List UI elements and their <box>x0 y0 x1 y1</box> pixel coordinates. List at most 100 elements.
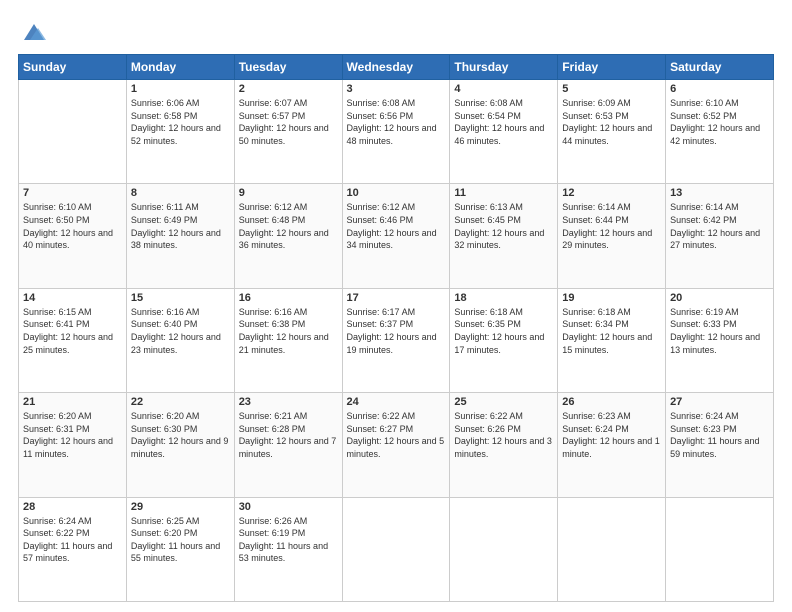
calendar-week-5: 28 Sunrise: 6:24 AM Sunset: 6:22 PM Dayl… <box>19 497 774 601</box>
day-number: 3 <box>347 83 446 95</box>
day-number: 10 <box>347 187 446 199</box>
calendar-cell: 7 Sunrise: 6:10 AM Sunset: 6:50 PM Dayli… <box>19 184 127 288</box>
calendar-cell: 10 Sunrise: 6:12 AM Sunset: 6:46 PM Dayl… <box>342 184 450 288</box>
day-info: Sunrise: 6:16 AM Sunset: 6:40 PM Dayligh… <box>131 306 230 356</box>
day-info: Sunrise: 6:24 AM Sunset: 6:22 PM Dayligh… <box>23 515 122 565</box>
calendar-week-1: 1 Sunrise: 6:06 AM Sunset: 6:58 PM Dayli… <box>19 80 774 184</box>
calendar-week-2: 7 Sunrise: 6:10 AM Sunset: 6:50 PM Dayli… <box>19 184 774 288</box>
day-number: 26 <box>562 396 661 408</box>
calendar-cell: 17 Sunrise: 6:17 AM Sunset: 6:37 PM Dayl… <box>342 288 450 392</box>
day-info: Sunrise: 6:20 AM Sunset: 6:30 PM Dayligh… <box>131 410 230 460</box>
day-number: 14 <box>23 292 122 304</box>
day-number: 4 <box>454 83 553 95</box>
day-number: 18 <box>454 292 553 304</box>
calendar-cell: 30 Sunrise: 6:26 AM Sunset: 6:19 PM Dayl… <box>234 497 342 601</box>
day-info: Sunrise: 6:13 AM Sunset: 6:45 PM Dayligh… <box>454 201 553 251</box>
day-info: Sunrise: 6:22 AM Sunset: 6:26 PM Dayligh… <box>454 410 553 460</box>
calendar-week-3: 14 Sunrise: 6:15 AM Sunset: 6:41 PM Dayl… <box>19 288 774 392</box>
calendar-cell: 18 Sunrise: 6:18 AM Sunset: 6:35 PM Dayl… <box>450 288 558 392</box>
calendar-cell: 13 Sunrise: 6:14 AM Sunset: 6:42 PM Dayl… <box>666 184 774 288</box>
calendar-cell: 8 Sunrise: 6:11 AM Sunset: 6:49 PM Dayli… <box>126 184 234 288</box>
calendar-cell: 20 Sunrise: 6:19 AM Sunset: 6:33 PM Dayl… <box>666 288 774 392</box>
calendar-cell: 12 Sunrise: 6:14 AM Sunset: 6:44 PM Dayl… <box>558 184 666 288</box>
day-header-monday: Monday <box>126 55 234 80</box>
calendar-week-4: 21 Sunrise: 6:20 AM Sunset: 6:31 PM Dayl… <box>19 393 774 497</box>
calendar-cell <box>558 497 666 601</box>
day-header-thursday: Thursday <box>450 55 558 80</box>
calendar-cell: 23 Sunrise: 6:21 AM Sunset: 6:28 PM Dayl… <box>234 393 342 497</box>
logo-icon <box>20 18 48 46</box>
day-number: 1 <box>131 83 230 95</box>
calendar-cell: 21 Sunrise: 6:20 AM Sunset: 6:31 PM Dayl… <box>19 393 127 497</box>
day-info: Sunrise: 6:10 AM Sunset: 6:52 PM Dayligh… <box>670 97 769 147</box>
day-info: Sunrise: 6:10 AM Sunset: 6:50 PM Dayligh… <box>23 201 122 251</box>
calendar-cell: 9 Sunrise: 6:12 AM Sunset: 6:48 PM Dayli… <box>234 184 342 288</box>
day-info: Sunrise: 6:24 AM Sunset: 6:23 PM Dayligh… <box>670 410 769 460</box>
day-info: Sunrise: 6:07 AM Sunset: 6:57 PM Dayligh… <box>239 97 338 147</box>
calendar-cell: 6 Sunrise: 6:10 AM Sunset: 6:52 PM Dayli… <box>666 80 774 184</box>
day-info: Sunrise: 6:15 AM Sunset: 6:41 PM Dayligh… <box>23 306 122 356</box>
day-number: 28 <box>23 501 122 513</box>
calendar-cell: 15 Sunrise: 6:16 AM Sunset: 6:40 PM Dayl… <box>126 288 234 392</box>
day-number: 23 <box>239 396 338 408</box>
day-number: 30 <box>239 501 338 513</box>
day-info: Sunrise: 6:08 AM Sunset: 6:54 PM Dayligh… <box>454 97 553 147</box>
calendar-cell: 16 Sunrise: 6:16 AM Sunset: 6:38 PM Dayl… <box>234 288 342 392</box>
day-number: 12 <box>562 187 661 199</box>
calendar-cell: 26 Sunrise: 6:23 AM Sunset: 6:24 PM Dayl… <box>558 393 666 497</box>
calendar-cell: 25 Sunrise: 6:22 AM Sunset: 6:26 PM Dayl… <box>450 393 558 497</box>
day-info: Sunrise: 6:18 AM Sunset: 6:34 PM Dayligh… <box>562 306 661 356</box>
calendar-cell: 11 Sunrise: 6:13 AM Sunset: 6:45 PM Dayl… <box>450 184 558 288</box>
calendar-header-row: SundayMondayTuesdayWednesdayThursdayFrid… <box>19 55 774 80</box>
day-number: 9 <box>239 187 338 199</box>
day-info: Sunrise: 6:14 AM Sunset: 6:44 PM Dayligh… <box>562 201 661 251</box>
day-info: Sunrise: 6:16 AM Sunset: 6:38 PM Dayligh… <box>239 306 338 356</box>
day-number: 7 <box>23 187 122 199</box>
day-header-tuesday: Tuesday <box>234 55 342 80</box>
day-number: 8 <box>131 187 230 199</box>
header <box>18 18 774 46</box>
calendar-cell: 24 Sunrise: 6:22 AM Sunset: 6:27 PM Dayl… <box>342 393 450 497</box>
calendar-cell: 2 Sunrise: 6:07 AM Sunset: 6:57 PM Dayli… <box>234 80 342 184</box>
day-number: 16 <box>239 292 338 304</box>
calendar-cell: 27 Sunrise: 6:24 AM Sunset: 6:23 PM Dayl… <box>666 393 774 497</box>
calendar-cell: 1 Sunrise: 6:06 AM Sunset: 6:58 PM Dayli… <box>126 80 234 184</box>
day-info: Sunrise: 6:08 AM Sunset: 6:56 PM Dayligh… <box>347 97 446 147</box>
calendar-cell: 5 Sunrise: 6:09 AM Sunset: 6:53 PM Dayli… <box>558 80 666 184</box>
calendar-cell: 22 Sunrise: 6:20 AM Sunset: 6:30 PM Dayl… <box>126 393 234 497</box>
day-header-sunday: Sunday <box>19 55 127 80</box>
calendar-cell: 19 Sunrise: 6:18 AM Sunset: 6:34 PM Dayl… <box>558 288 666 392</box>
day-number: 29 <box>131 501 230 513</box>
calendar-cell <box>666 497 774 601</box>
day-number: 25 <box>454 396 553 408</box>
calendar-cell: 14 Sunrise: 6:15 AM Sunset: 6:41 PM Dayl… <box>19 288 127 392</box>
calendar-cell: 28 Sunrise: 6:24 AM Sunset: 6:22 PM Dayl… <box>19 497 127 601</box>
calendar-table: SundayMondayTuesdayWednesdayThursdayFrid… <box>18 54 774 602</box>
day-header-friday: Friday <box>558 55 666 80</box>
day-header-saturday: Saturday <box>666 55 774 80</box>
day-info: Sunrise: 6:06 AM Sunset: 6:58 PM Dayligh… <box>131 97 230 147</box>
day-info: Sunrise: 6:22 AM Sunset: 6:27 PM Dayligh… <box>347 410 446 460</box>
day-number: 6 <box>670 83 769 95</box>
calendar-cell: 3 Sunrise: 6:08 AM Sunset: 6:56 PM Dayli… <box>342 80 450 184</box>
day-info: Sunrise: 6:25 AM Sunset: 6:20 PM Dayligh… <box>131 515 230 565</box>
page: SundayMondayTuesdayWednesdayThursdayFrid… <box>0 0 792 612</box>
day-info: Sunrise: 6:17 AM Sunset: 6:37 PM Dayligh… <box>347 306 446 356</box>
day-header-wednesday: Wednesday <box>342 55 450 80</box>
day-number: 22 <box>131 396 230 408</box>
day-number: 5 <box>562 83 661 95</box>
logo <box>18 18 48 46</box>
day-info: Sunrise: 6:11 AM Sunset: 6:49 PM Dayligh… <box>131 201 230 251</box>
day-number: 2 <box>239 83 338 95</box>
day-info: Sunrise: 6:09 AM Sunset: 6:53 PM Dayligh… <box>562 97 661 147</box>
day-info: Sunrise: 6:14 AM Sunset: 6:42 PM Dayligh… <box>670 201 769 251</box>
day-info: Sunrise: 6:12 AM Sunset: 6:46 PM Dayligh… <box>347 201 446 251</box>
calendar-cell <box>19 80 127 184</box>
day-number: 21 <box>23 396 122 408</box>
day-number: 24 <box>347 396 446 408</box>
calendar-cell: 29 Sunrise: 6:25 AM Sunset: 6:20 PM Dayl… <box>126 497 234 601</box>
day-number: 19 <box>562 292 661 304</box>
day-info: Sunrise: 6:18 AM Sunset: 6:35 PM Dayligh… <box>454 306 553 356</box>
day-info: Sunrise: 6:19 AM Sunset: 6:33 PM Dayligh… <box>670 306 769 356</box>
calendar-cell <box>450 497 558 601</box>
